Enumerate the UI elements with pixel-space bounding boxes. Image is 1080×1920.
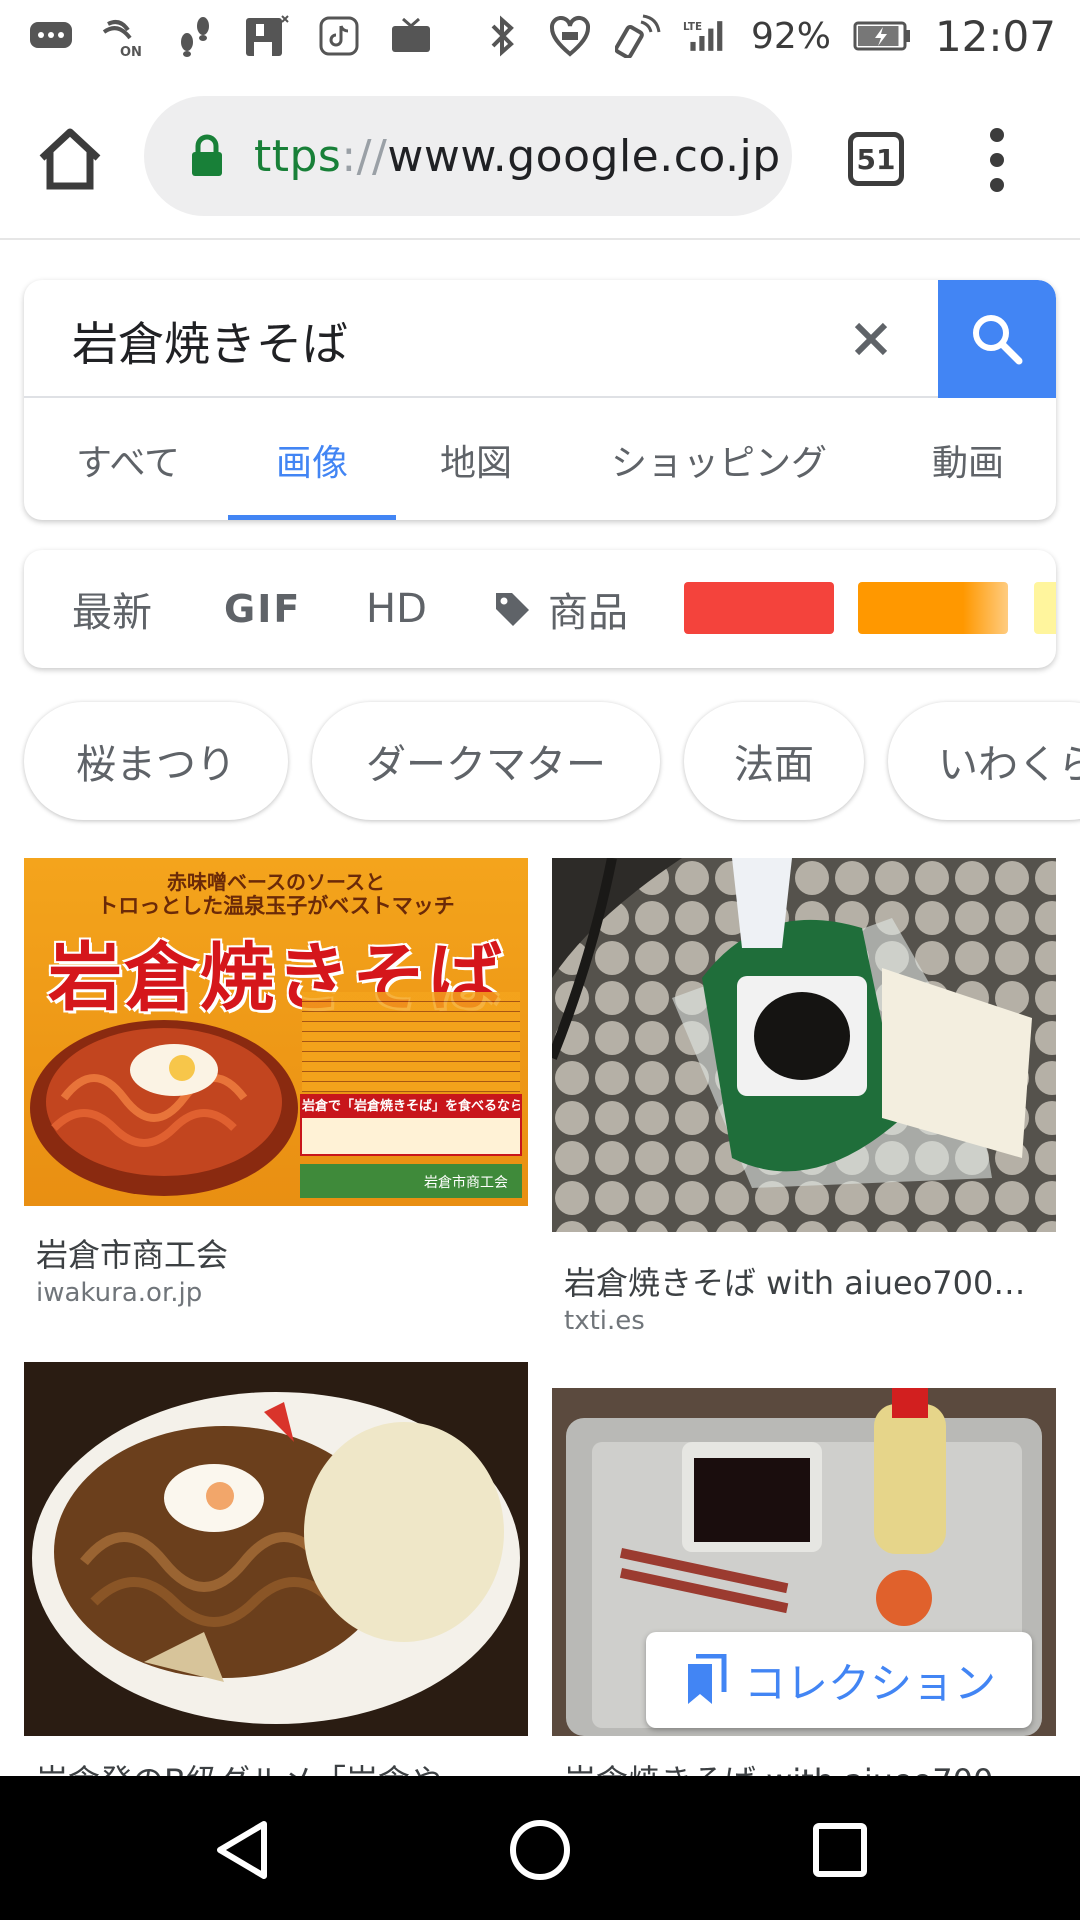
poster-box-heading: 岩倉で「岩倉焼きそば」を食べるなら	[302, 1096, 520, 1118]
filter-hd[interactable]: HD	[366, 550, 427, 668]
tab-switcher-button[interactable]: 51	[848, 132, 904, 186]
tab-maps[interactable]: 地図	[416, 400, 536, 520]
dot-icon	[990, 153, 1004, 167]
nfc-on-icon: ON	[100, 14, 146, 58]
result-title: 岩倉発のB級グルメ「岩倉や	[36, 1756, 516, 1776]
home-icon	[39, 128, 101, 190]
overflow-menu-button[interactable]	[982, 128, 1012, 192]
image-result[interactable]: 赤味噌ベースのソースと トロっとした温泉玉子がベストマッチ 岩倉焼きそば 岩倉で…	[24, 858, 528, 1308]
clear-search-button[interactable]	[842, 310, 900, 368]
home-circle-icon	[510, 1820, 570, 1880]
filter-gif[interactable]: GIF	[224, 550, 301, 668]
search-tabs: すべて 画像 地図 ショッピング 動画	[24, 400, 1056, 520]
poster-info-box: 岩倉で「岩倉焼きそば」を食べるなら	[300, 1094, 522, 1156]
muted-app-icon	[244, 14, 290, 58]
search-row: 岩倉焼きそば	[24, 280, 1056, 398]
result-title: 岩倉市商工会	[36, 1236, 229, 1274]
filter-latest[interactable]: 最新	[72, 550, 152, 668]
message-icon	[28, 14, 74, 58]
battery-charging-icon	[853, 14, 913, 58]
search-box-card: 岩倉焼きそば すべて 画像 地図 ショッピング 動画	[24, 280, 1056, 520]
tab-shopping[interactable]: ショッピング	[584, 400, 854, 520]
recents-square-icon	[813, 1823, 867, 1877]
image-filter-bar: 最新 GIF HD 商品	[24, 550, 1056, 668]
close-icon	[854, 322, 888, 356]
tab-images[interactable]: 画像	[228, 400, 396, 520]
suggestion-chip[interactable]: いわくら	[888, 702, 1080, 820]
floor-photo	[552, 858, 1056, 1232]
lock-icon	[192, 134, 222, 176]
image-result[interactable]: 岩倉焼きそば with aiueo700… txti.es	[552, 858, 1056, 1336]
collections-button[interactable]: コレクション	[646, 1632, 1032, 1728]
suggestion-chip[interactable]: 法面	[684, 702, 864, 820]
heart-shield-icon	[547, 14, 593, 58]
search-icon	[973, 315, 1023, 365]
footsteps-icon	[172, 14, 218, 58]
image-result[interactable]: 岩倉発のB級グルメ「岩倉や	[24, 1362, 528, 1776]
suggestion-chip[interactable]: ダークマター	[312, 702, 660, 820]
result-source: txti.es	[564, 1306, 645, 1336]
tab-count: 51	[856, 142, 896, 176]
tab-all[interactable]: すべて	[48, 400, 208, 520]
collections-label: コレクション	[744, 1658, 997, 1708]
bookmark-collection-icon	[688, 1654, 727, 1704]
result-thumbnail[interactable]: 赤味噌ベースのソースと トロっとした温泉玉子がベストマッチ 岩倉焼きそば 岩倉で…	[24, 858, 528, 1206]
home-nav-button[interactable]	[498, 1812, 582, 1888]
filter-products[interactable]: 商品	[492, 550, 628, 668]
home-button[interactable]	[34, 124, 106, 192]
search-button[interactable]	[938, 280, 1056, 398]
recents-button[interactable]	[798, 1812, 882, 1888]
poster-footer: 岩倉市商工会	[300, 1164, 522, 1198]
active-tab-indicator	[228, 515, 396, 520]
color-filter-yellow[interactable]	[1034, 582, 1056, 634]
url-bar[interactable]: ttps://www.google.co.jp	[144, 96, 792, 216]
result-source: iwakura.or.jp	[36, 1278, 203, 1308]
result-thumbnail[interactable]	[552, 858, 1056, 1232]
page-content: 岩倉焼きそば すべて 画像 地図 ショッピング 動画 最新 GIF HD 商品	[0, 240, 1080, 1776]
result-title: 岩倉焼きそば with aiueo700…	[564, 1264, 1026, 1302]
yakisoba-illustration	[30, 1020, 298, 1196]
tab-videos[interactable]: 動画	[904, 400, 1032, 520]
poster-body-text	[302, 992, 520, 1092]
tag-icon	[496, 593, 529, 626]
wifi-calling-icon	[614, 14, 661, 58]
color-filter-red[interactable]	[684, 582, 834, 634]
browser-toolbar: ttps://www.google.co.jp 51	[0, 72, 1080, 240]
status-bar: ON LTE 92% 12:07	[0, 0, 1080, 72]
color-filter-orange[interactable]	[858, 582, 1008, 634]
yakisoba-plate-photo	[24, 1362, 528, 1736]
tiktok-icon	[316, 14, 362, 58]
suggestion-chip[interactable]: 桜まつり	[24, 702, 288, 820]
battery-percent: 92%	[750, 15, 831, 57]
search-query[interactable]: 岩倉焼きそば	[72, 308, 348, 374]
result-thumbnail[interactable]	[24, 1362, 528, 1736]
filter-products-label: 商品	[548, 590, 628, 636]
tv-icon	[388, 14, 434, 58]
system-nav-bar	[0, 1776, 1080, 1920]
poster-tagline-2: トロっとした温泉玉子がベストマッチ	[97, 894, 455, 918]
result-title: 岩倉焼きそば with aiueo700…	[564, 1756, 1044, 1776]
dot-icon	[990, 128, 1004, 142]
back-triangle-icon	[217, 1821, 267, 1879]
url-text: ttps://www.google.co.jp	[254, 130, 781, 182]
svg-text:ON: ON	[120, 45, 142, 58]
lte-signal-icon: LTE	[683, 14, 729, 58]
back-button[interactable]	[200, 1812, 284, 1888]
svg-text:LTE: LTE	[683, 21, 702, 33]
dot-icon	[990, 178, 1004, 192]
bluetooth-icon	[479, 14, 525, 58]
clock: 12:07	[934, 11, 1056, 61]
